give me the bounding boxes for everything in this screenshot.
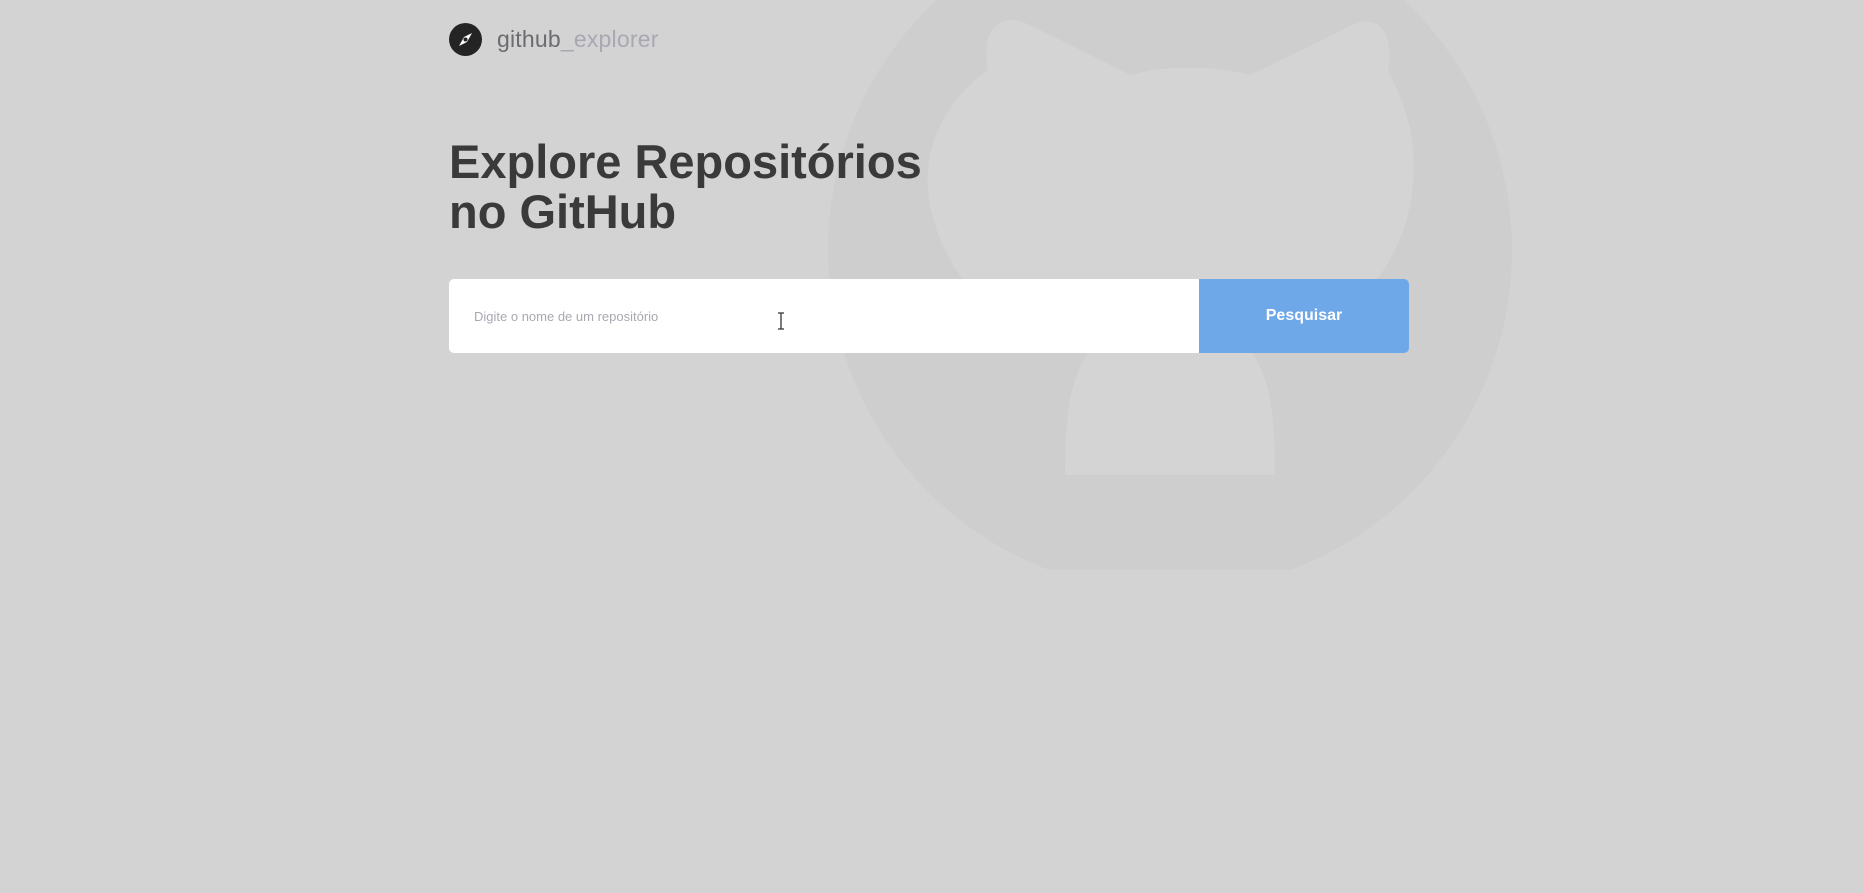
compass-icon [449, 22, 482, 56]
title-line-2: no GitHub [449, 185, 677, 238]
page-title: Explore Repositórios no GitHub [449, 137, 969, 237]
brand-suffix: _explorer [560, 25, 659, 52]
title-line-1: Explore Repositórios [449, 135, 922, 188]
search-form: Pesquisar [449, 279, 1409, 353]
logo: github_explorer [449, 22, 1409, 56]
brand-name: github_explorer [497, 26, 659, 53]
search-input[interactable] [449, 279, 1199, 353]
main-container: github_explorer Explore Repositórios no … [449, 22, 1409, 353]
brand-prefix: github [497, 25, 561, 52]
search-button[interactable]: Pesquisar [1199, 279, 1409, 353]
